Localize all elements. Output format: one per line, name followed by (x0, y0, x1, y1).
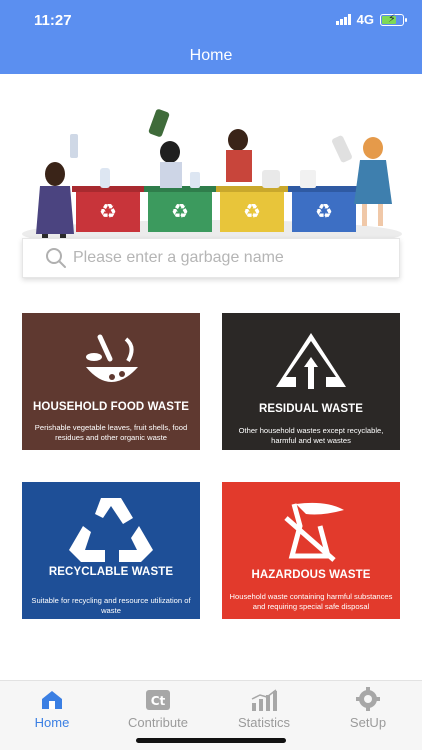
tab-label: Home (34, 715, 70, 730)
contribute-icon: Ct (118, 687, 198, 711)
card-recyclable-waste[interactable]: RECYCLABLE WASTE Suitable for recycling … (22, 482, 200, 619)
food-waste-icon (22, 327, 200, 399)
card-description: Household waste containing harmful subst… (229, 592, 393, 611)
residual-waste-icon (222, 327, 400, 399)
tab-label: SetUp (349, 715, 387, 730)
network-label: 4G (356, 12, 374, 27)
search-input[interactable] (73, 249, 373, 267)
search-bar[interactable] (22, 238, 400, 278)
status-indicators: 4G ⚡ (335, 12, 407, 27)
card-title: RECYCLABLE WASTE (48, 566, 174, 578)
tab-label: Contribute (128, 715, 188, 730)
card-residual-waste[interactable]: RESIDUAL WASTE Other household wastes ex… (222, 313, 400, 450)
search-icon (46, 248, 66, 268)
battery-icon: ⚡ (380, 13, 407, 26)
card-description: Other household wastes except recyclable… (238, 426, 384, 445)
card-title: HAZARDOUS WASTE (251, 569, 371, 581)
card-title: RESIDUAL WASTE (258, 403, 364, 415)
svg-text:♻: ♻ (243, 199, 261, 223)
statistics-icon (224, 687, 304, 711)
card-description: Suitable for recycling and resource util… (31, 596, 191, 615)
card-hazardous-waste[interactable]: HAZARDOUS WASTE Household waste containi… (222, 482, 400, 619)
card-title: HOUSEHOLD FOOD WASTE (33, 401, 189, 413)
page-title: Home (189, 47, 233, 64)
tab-contribute[interactable]: Ct Contribute (118, 687, 198, 730)
svg-text:♻: ♻ (99, 199, 117, 223)
app-header: 11:27 4G ⚡ Home (0, 0, 422, 74)
tab-statistics[interactable]: Statistics (224, 687, 304, 730)
home-icon (12, 687, 92, 711)
svg-text:♻: ♻ (171, 199, 189, 223)
tab-label: Statistics (237, 715, 290, 730)
hazardous-waste-icon (222, 496, 400, 568)
gear-icon (328, 687, 408, 711)
tab-setup[interactable]: SetUp (328, 687, 408, 730)
card-household-food-waste[interactable]: HOUSEHOLD FOOD WASTE Perishable vegetabl… (22, 313, 200, 450)
card-description: Perishable vegetable leaves, fruit shell… (34, 423, 188, 442)
signal-icon (335, 14, 351, 25)
svg-text:Ct: Ct (151, 694, 166, 708)
home-indicator (136, 738, 286, 743)
tab-home[interactable]: Home (12, 687, 92, 730)
recycle-icon (22, 492, 200, 564)
status-time: 11:27 (34, 12, 72, 29)
svg-text:♻: ♻ (315, 199, 333, 223)
